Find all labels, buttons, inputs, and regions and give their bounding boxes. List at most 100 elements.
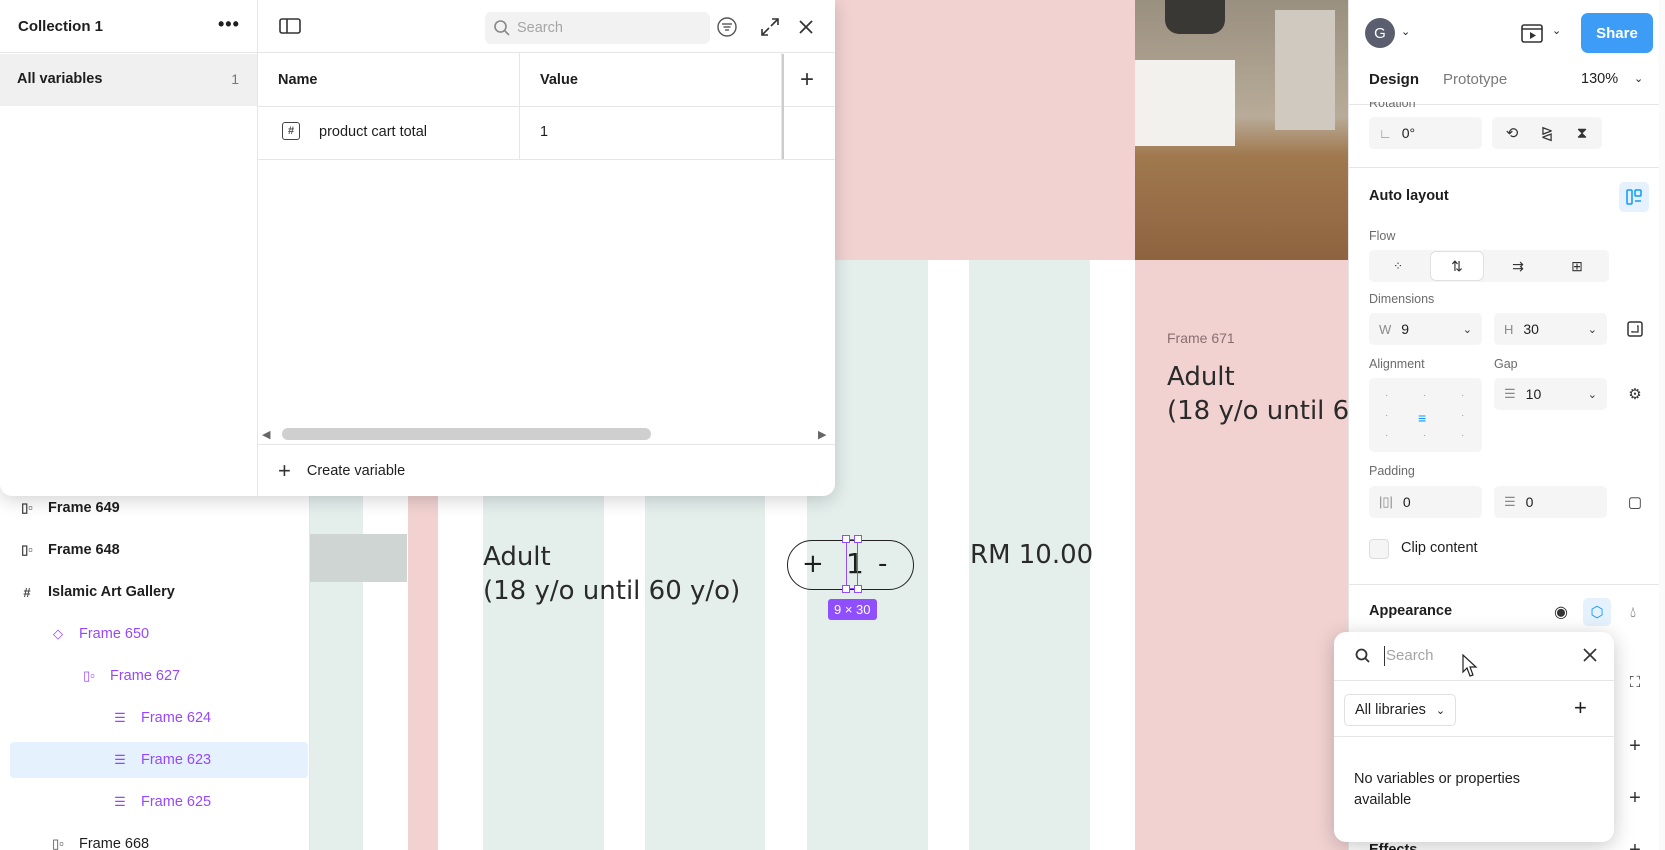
collection-title[interactable]: Collection 1 xyxy=(18,18,103,35)
advanced-layout-settings-icon[interactable]: ⚙ xyxy=(1621,380,1649,408)
frame-671-text: Adult (18 y/o until 60 xyxy=(1167,360,1350,428)
align-dot[interactable]: · xyxy=(1385,430,1388,441)
flow-freeform-icon[interactable]: ⁘ xyxy=(1384,252,1412,280)
stepper-plus-button[interactable]: + xyxy=(802,549,824,579)
flow-vertical-icon[interactable]: ⇅ xyxy=(1431,252,1483,280)
dimensions-label: Dimensions xyxy=(1369,292,1435,306)
auto-layout-vertical-icon: ▯▫ xyxy=(83,668,95,683)
constrain-proportions-icon[interactable] xyxy=(1621,315,1649,343)
frame-671[interactable] xyxy=(1135,260,1350,850)
flow-horizontal-icon[interactable]: ⇉ xyxy=(1504,252,1532,280)
present-icon[interactable] xyxy=(1519,20,1545,49)
align-dot[interactable]: · xyxy=(1461,410,1464,421)
add-variable-icon[interactable]: + xyxy=(1574,695,1587,721)
chevron-down-icon[interactable]: ⌄ xyxy=(1588,388,1597,401)
horizontal-padding-field[interactable]: |▯| 0 xyxy=(1369,486,1482,518)
variables-modal: Collection 1 ••• All variables 1 Search xyxy=(0,0,835,496)
create-variable-button[interactable]: + Create variable xyxy=(278,455,458,487)
layer-row[interactable]: # Islamic Art Gallery xyxy=(10,574,308,610)
tab-prototype[interactable]: Prototype xyxy=(1443,71,1507,88)
scroll-right-icon[interactable]: ▶ xyxy=(818,428,826,441)
share-button[interactable]: Share xyxy=(1581,13,1653,53)
chevron-down-icon[interactable]: ⌄ xyxy=(1401,25,1410,38)
add-effect-icon[interactable]: + xyxy=(1621,836,1649,850)
transform-buttons: ⟲ ⧎ ⧗ xyxy=(1492,117,1602,149)
resize-handle[interactable] xyxy=(854,535,862,543)
flow-selector: ⁘ ⇅ ⇉ ⊞ xyxy=(1369,250,1609,282)
layer-row[interactable]: ▯▫ Frame 627 xyxy=(10,658,308,694)
individual-padding-icon[interactable]: ▢ xyxy=(1621,488,1649,516)
alignment-grid[interactable]: · · · · ≡ · · · · xyxy=(1369,378,1482,452)
align-dot[interactable]: · xyxy=(1385,390,1388,401)
size-badge: 9 × 30 xyxy=(828,599,877,620)
gap-field[interactable]: ☰ 10 ⌄ xyxy=(1494,378,1607,410)
align-dot[interactable]: · xyxy=(1423,390,1426,401)
align-dot[interactable]: · xyxy=(1461,390,1464,401)
close-icon[interactable] xyxy=(1580,645,1600,668)
layer-row[interactable]: ◇ Frame 650 xyxy=(10,616,308,652)
variable-name[interactable]: product cart total xyxy=(319,124,427,140)
rotate-icon[interactable]: ⟲ xyxy=(1498,119,1526,147)
width-field[interactable]: W 9 ⌄ xyxy=(1369,313,1482,345)
align-center-icon[interactable]: ≡ xyxy=(1418,410,1426,426)
add-fill-icon[interactable]: + xyxy=(1621,732,1649,760)
flip-vertical-icon[interactable]: ⧗ xyxy=(1568,119,1596,147)
zoom-level[interactable]: 130% xyxy=(1581,71,1618,87)
add-stroke-icon[interactable]: + xyxy=(1621,784,1649,812)
close-icon[interactable] xyxy=(795,16,817,41)
library-select[interactable]: All libraries ⌄ xyxy=(1344,694,1457,726)
vertical-padding-field[interactable]: ☰ 0 xyxy=(1494,486,1607,518)
variables-search-input[interactable]: Search xyxy=(485,12,710,44)
selection-box[interactable] xyxy=(842,535,862,593)
align-dot[interactable]: · xyxy=(1461,430,1464,441)
sidebar-toggle-icon[interactable] xyxy=(278,16,302,36)
stepper-minus-button[interactable]: - xyxy=(878,549,887,579)
resize-handle[interactable] xyxy=(842,585,850,593)
auto-layout-vertical-icon: ▯▫ xyxy=(21,500,33,515)
auto-layout-title: Auto layout xyxy=(1369,188,1449,204)
auto-layout-settings-icon[interactable] xyxy=(1619,182,1649,212)
layer-label: Frame 623 xyxy=(141,752,212,768)
all-variables-item[interactable]: All variables 1 xyxy=(0,54,257,106)
tab-design[interactable]: Design xyxy=(1369,71,1419,88)
expand-icon[interactable] xyxy=(759,16,781,41)
chevron-down-icon[interactable]: ⌄ xyxy=(1588,323,1597,336)
blend-mode-icon[interactable]: 💧︎ xyxy=(1619,598,1647,626)
avatar[interactable]: G xyxy=(1365,18,1395,48)
column-header-name: Name xyxy=(278,72,318,88)
add-column-icon[interactable]: + xyxy=(800,66,814,94)
eye-icon[interactable]: ◉ xyxy=(1547,598,1575,626)
gray-block xyxy=(310,534,407,582)
layer-row[interactable]: ▯▫ Frame 648 xyxy=(10,532,308,568)
variable-value[interactable]: 1 xyxy=(540,124,548,140)
layer-row[interactable]: ☰ Frame 624 xyxy=(10,700,308,736)
chevron-down-icon[interactable]: ⌄ xyxy=(1634,72,1643,85)
align-dot[interactable]: · xyxy=(1423,430,1426,441)
divider xyxy=(1334,736,1614,737)
panel-scrollbar[interactable] xyxy=(1659,0,1665,850)
layer-row[interactable]: ▯▫ Frame 668 xyxy=(10,826,308,850)
flip-horizontal-icon[interactable]: ⧎ xyxy=(1533,119,1561,147)
frame-671-subtitle: (18 y/o until 60 xyxy=(1167,396,1350,426)
effects-title: Effects xyxy=(1369,842,1418,850)
clip-content-checkbox[interactable] xyxy=(1369,539,1389,559)
layer-row[interactable]: ☰ Frame 625 xyxy=(10,784,308,820)
resize-handle[interactable] xyxy=(854,585,862,593)
flow-grid-icon[interactable]: ⊞ xyxy=(1563,252,1591,280)
apply-variable-icon[interactable]: ⬡ xyxy=(1583,598,1611,626)
frame-label[interactable]: Frame 671 xyxy=(1167,330,1235,346)
chevron-down-icon[interactable]: ⌄ xyxy=(1463,323,1472,336)
variable-row[interactable]: # product cart total 1 xyxy=(258,107,835,160)
filter-icon[interactable] xyxy=(716,16,738,41)
layer-row[interactable]: ☰ Frame 623 xyxy=(10,742,308,778)
chevron-down-icon[interactable]: ⌄ xyxy=(1552,24,1561,37)
horizontal-scrollbar-thumb[interactable] xyxy=(282,428,651,440)
scroll-left-icon[interactable]: ◀ xyxy=(262,428,270,441)
more-icon[interactable]: ••• xyxy=(218,14,240,35)
height-field[interactable]: H 30 ⌄ xyxy=(1494,313,1607,345)
resize-handle[interactable] xyxy=(842,535,850,543)
rotation-field[interactable]: ∟ 0° xyxy=(1369,117,1482,149)
variables-table-area: Search Name Value + # product cart total 1… xyxy=(258,0,835,496)
corner-radius-icon[interactable]: ⛶ xyxy=(1621,668,1649,696)
align-dot[interactable]: · xyxy=(1385,410,1388,421)
